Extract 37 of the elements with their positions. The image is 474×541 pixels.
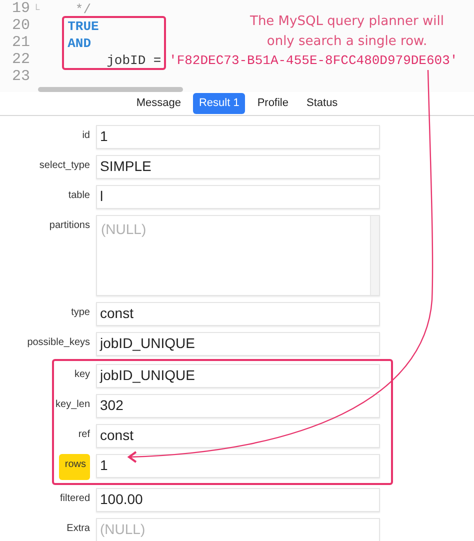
field-label: key_len <box>56 398 90 412</box>
tab[interactable]: Message <box>130 93 187 114</box>
field-label: table <box>68 188 90 202</box>
tab[interactable]: Result 1 <box>192 93 246 114</box>
value-field[interactable]: const <box>96 424 380 448</box>
tab[interactable]: Profile <box>251 93 294 114</box>
annotation-note: The MySQL query planner will only search a single row. <box>249 13 445 51</box>
field-label: key <box>74 368 90 382</box>
line-number: 19 <box>10 0 30 19</box>
value-field[interactable]: const <box>96 302 380 326</box>
value-field[interactable]: jobID_UNIQUE <box>96 332 380 356</box>
field-label: partitions <box>49 218 90 232</box>
value-field[interactable]: 100.00 <box>96 488 380 512</box>
field-label: possible_keys <box>27 336 90 350</box>
code-line: jobID = 'F82DEC73-B51A-455E-8FCC480D979DE603' <box>106 52 458 70</box>
value-field[interactable]: SIMPLE <box>96 154 380 178</box>
value-field[interactable]: l <box>96 184 380 208</box>
code-line: TRUE <box>66 18 99 36</box>
value-field[interactable]: jobID_UNIQUE <box>96 364 380 388</box>
value-field[interactable]: 1 <box>96 124 380 148</box>
line-number: 22 <box>10 50 30 70</box>
value-field[interactable]: 302 <box>96 394 380 418</box>
field-label: ref <box>78 428 90 442</box>
scrollbar[interactable] <box>38 86 183 92</box>
line-number: 23 <box>10 67 30 88</box>
code-line: AND <box>66 34 92 53</box>
tab[interactable]: Status <box>300 93 344 114</box>
field-label: id <box>82 128 90 142</box>
field-label: type <box>71 306 90 320</box>
code-line: */ <box>74 0 92 19</box>
line-number: 21 <box>10 33 30 53</box>
field-label: rows <box>58 454 90 480</box>
field-label: Extra <box>66 522 90 536</box>
field-label: filtered <box>60 492 90 506</box>
field-label: select_type <box>39 158 90 172</box>
line-number: 20 <box>10 16 30 36</box>
value-field[interactable]: 1 <box>96 454 380 478</box>
